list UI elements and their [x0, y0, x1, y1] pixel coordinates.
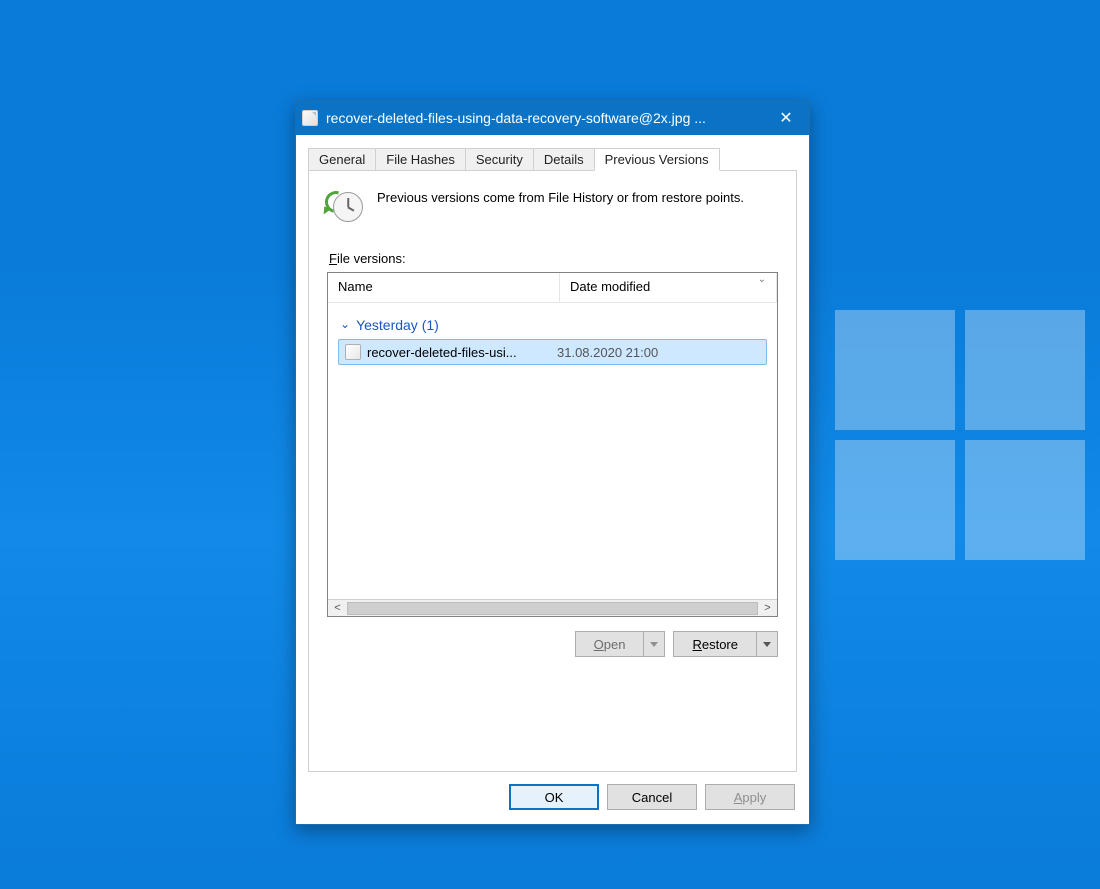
- cancel-button[interactable]: Cancel: [607, 784, 697, 810]
- file-versions-label: File versions:: [329, 251, 778, 266]
- chevron-down-icon: [650, 642, 658, 647]
- tab-previous-versions[interactable]: Previous Versions: [594, 148, 720, 171]
- list-item[interactable]: recover-deleted-files-usi... 31.08.2020 …: [338, 339, 767, 365]
- file-date: 31.08.2020 21:00: [557, 345, 760, 360]
- tab-file-hashes[interactable]: File Hashes: [375, 148, 466, 171]
- tab-body: Previous versions come from File History…: [308, 171, 797, 772]
- windows-logo-icon: [835, 310, 1095, 570]
- dialog-footer: OK Cancel Apply: [296, 774, 809, 824]
- column-headers[interactable]: Name Date modified ⌄: [328, 273, 777, 303]
- open-dropdown[interactable]: [644, 632, 664, 656]
- tab-bar: General File Hashes Security Details Pre…: [308, 147, 797, 171]
- apply-button[interactable]: Apply: [705, 784, 795, 810]
- column-date-modified[interactable]: Date modified ⌄: [560, 273, 777, 302]
- column-name[interactable]: Name: [328, 273, 560, 302]
- tab-security[interactable]: Security: [465, 148, 534, 171]
- horizontal-scrollbar[interactable]: < >: [328, 599, 777, 616]
- file-icon: [302, 110, 318, 126]
- properties-dialog: recover-deleted-files-using-data-recover…: [295, 100, 810, 825]
- scroll-right-icon[interactable]: >: [760, 602, 775, 614]
- file-name: recover-deleted-files-usi...: [367, 345, 517, 360]
- titlebar[interactable]: recover-deleted-files-using-data-recover…: [296, 101, 809, 135]
- scrollbar-thumb[interactable]: [347, 602, 758, 615]
- window-title: recover-deleted-files-using-data-recover…: [326, 110, 763, 126]
- scroll-left-icon[interactable]: <: [330, 602, 345, 614]
- chevron-down-icon: [763, 642, 771, 647]
- intro-text: Previous versions come from File History…: [377, 189, 744, 225]
- group-header-yesterday[interactable]: ⌄ Yesterday (1): [328, 305, 777, 339]
- restore-button[interactable]: Restore: [673, 631, 778, 657]
- close-icon: ✕: [779, 108, 792, 128]
- ok-button[interactable]: OK: [509, 784, 599, 810]
- chevron-down-icon: ⌄: [340, 317, 350, 331]
- tab-details[interactable]: Details: [533, 148, 595, 171]
- group-label: Yesterday (1): [356, 317, 439, 333]
- tab-general[interactable]: General: [308, 148, 376, 171]
- file-versions-list[interactable]: Name Date modified ⌄ ⌄ Yesterday (1): [327, 272, 778, 617]
- open-button[interactable]: Open: [575, 631, 666, 657]
- desktop-background: recover-deleted-files-using-data-recover…: [0, 0, 1100, 889]
- restore-dropdown[interactable]: [757, 632, 777, 656]
- sort-indicator-icon: ⌄: [758, 274, 766, 285]
- history-clock-icon: [327, 189, 363, 225]
- file-icon: [345, 344, 361, 360]
- close-button[interactable]: ✕: [763, 101, 809, 135]
